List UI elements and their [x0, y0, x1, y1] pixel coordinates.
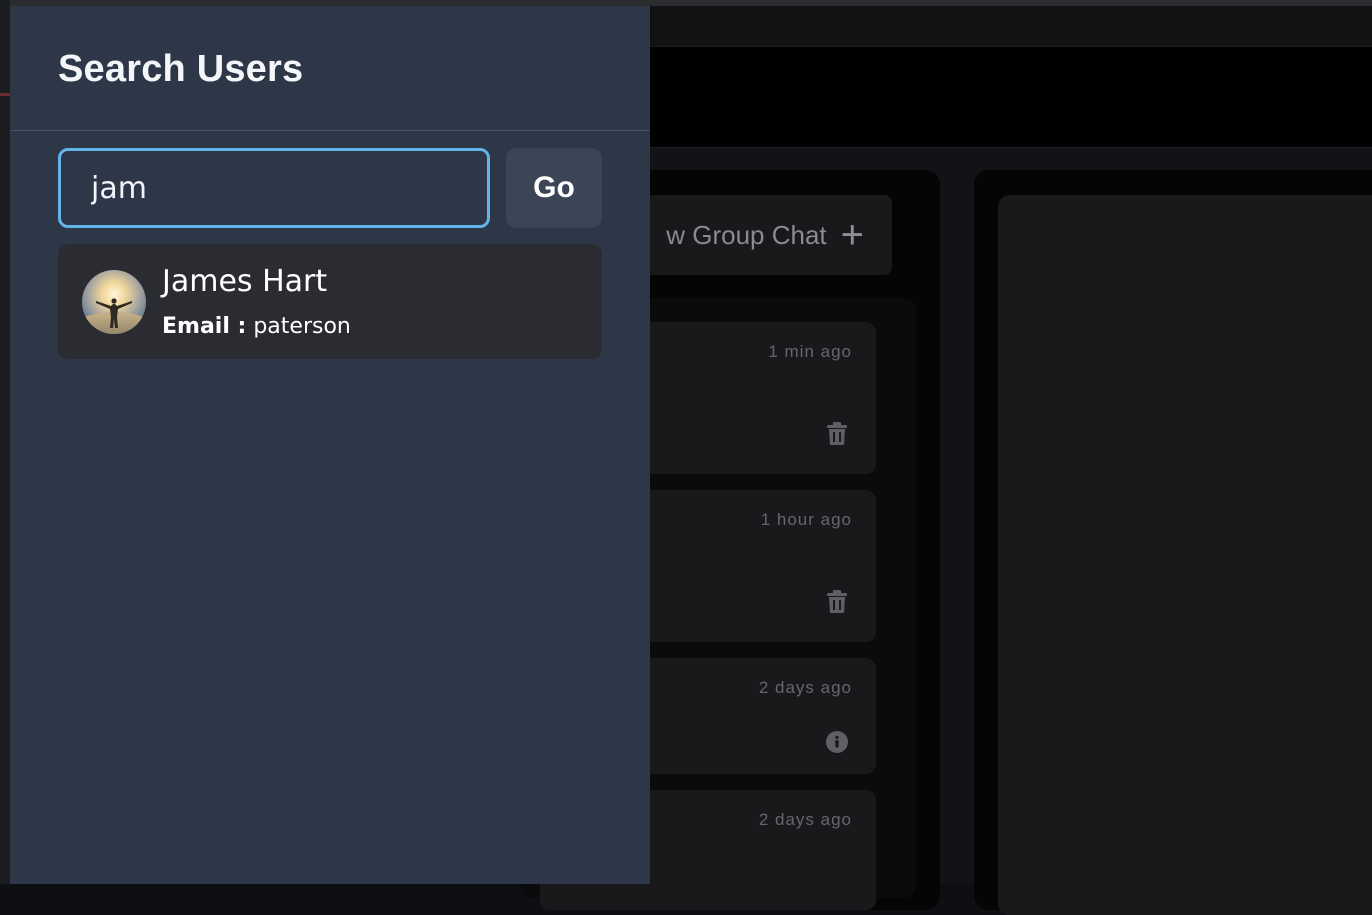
chat-timestamp: 1 min ago — [768, 342, 852, 361]
left-edge-strip — [0, 0, 10, 884]
search-users-drawer: Search Users Go — [10, 6, 650, 884]
edge-marker — [0, 93, 10, 96]
user-result-item[interactable]: James Hart Email : paterson — [58, 244, 602, 359]
avatar — [82, 270, 146, 334]
drawer-divider — [10, 130, 650, 131]
chat-window-body — [998, 195, 1372, 915]
chat-timestamp: 2 days ago — [758, 678, 852, 697]
user-name: James Hart — [162, 264, 328, 299]
email-label: Email : — [162, 314, 247, 339]
new-group-chat-label: w Group Chat — [666, 219, 827, 250]
chat-timestamp: 2 days ago — [758, 810, 852, 829]
info-icon[interactable] — [826, 730, 848, 754]
trash-icon[interactable] — [826, 590, 848, 614]
trash-icon[interactable] — [826, 422, 848, 446]
drawer-title: Search Users — [58, 48, 304, 90]
email-value: paterson — [253, 314, 351, 339]
plus-icon: + — [840, 213, 864, 257]
user-email: Email : paterson — [162, 314, 351, 339]
go-button[interactable]: Go — [506, 148, 602, 228]
chat-timestamp: 1 hour ago — [760, 510, 852, 529]
search-input[interactable] — [58, 148, 490, 228]
